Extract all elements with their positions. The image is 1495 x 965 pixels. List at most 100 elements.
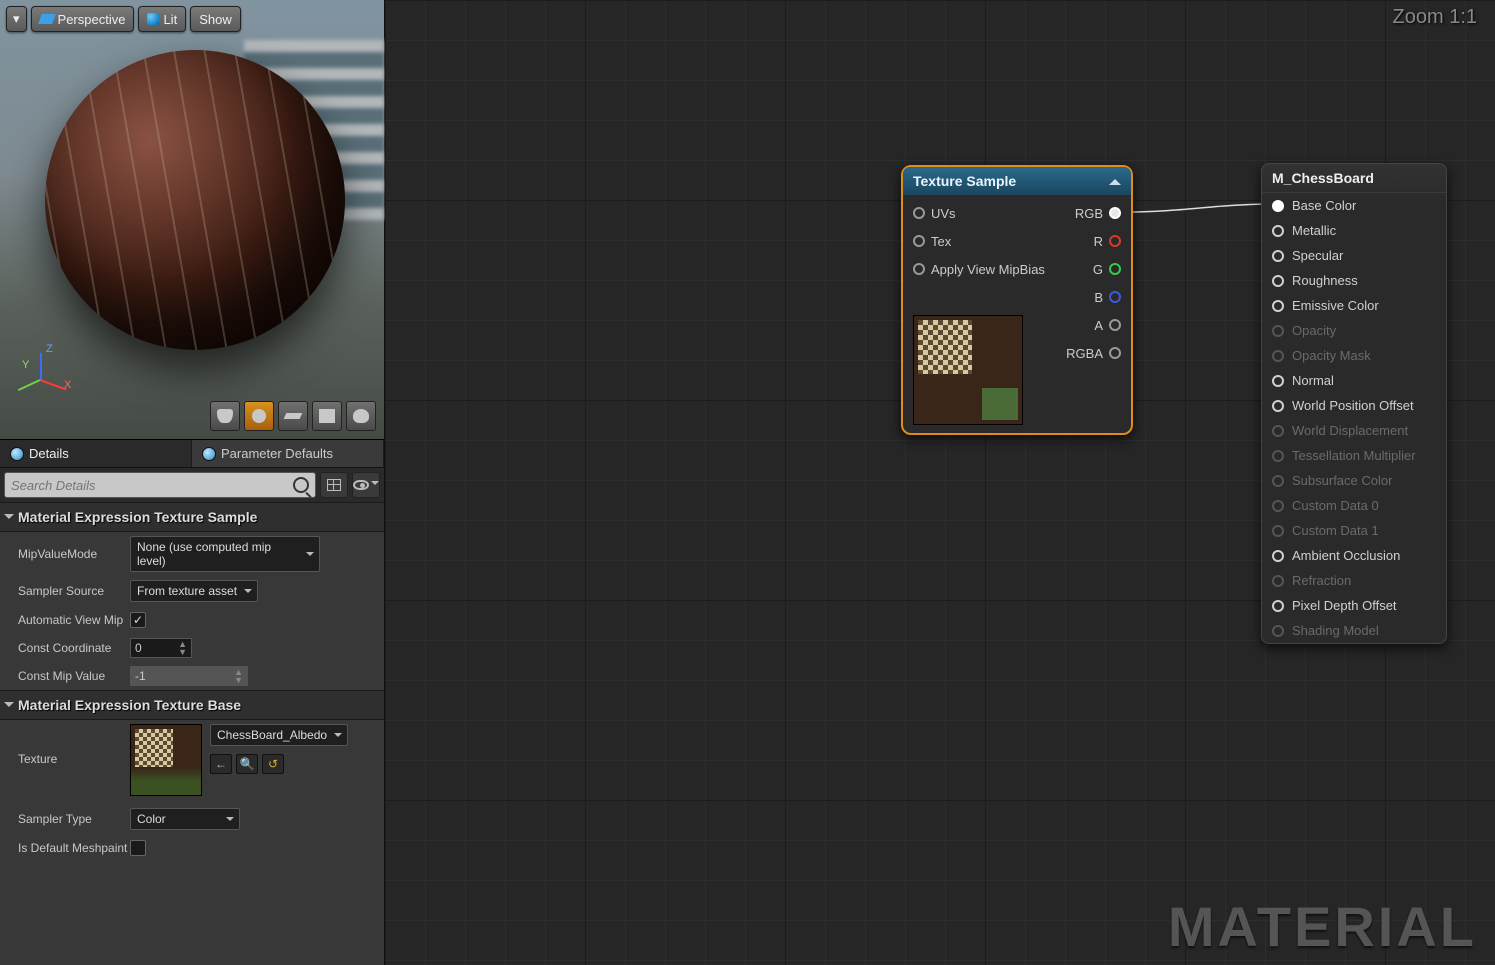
pin-dot bbox=[1272, 225, 1284, 237]
pin-label: Metallic bbox=[1292, 223, 1336, 238]
tab-details-label: Details bbox=[29, 446, 69, 461]
pin-out-b-label: B bbox=[1094, 290, 1103, 305]
section-texture-sample[interactable]: Material Expression Texture Sample bbox=[0, 502, 384, 532]
pin-in-opacity-mask[interactable]: Opacity Mask bbox=[1262, 343, 1446, 368]
pin-in-tessellation-multiplier[interactable]: Tessellation Multiplier bbox=[1262, 443, 1446, 468]
pin-out-r[interactable]: R bbox=[1094, 234, 1121, 249]
pin-in-tex[interactable]: Tex bbox=[913, 234, 951, 249]
section-texture-base[interactable]: Material Expression Texture Base bbox=[0, 690, 384, 720]
preview-viewport[interactable]: ▾ Perspective Lit Show Z X Y bbox=[0, 0, 384, 440]
pin-dot bbox=[1272, 575, 1284, 587]
label-sampler-type: Sampler Type bbox=[18, 812, 130, 826]
details-panel[interactable]: Material Expression Texture Sample MipVa… bbox=[0, 502, 384, 965]
pin-out-b[interactable]: B bbox=[1094, 290, 1121, 305]
pin-in-subsurface-color[interactable]: Subsurface Color bbox=[1262, 468, 1446, 493]
pin-in-world-displacement[interactable]: World Displacement bbox=[1262, 418, 1446, 443]
pin-in-custom-data-1[interactable]: Custom Data 1 bbox=[1262, 518, 1446, 543]
perspective-button[interactable]: Perspective bbox=[31, 6, 135, 32]
pin-label: Ambient Occlusion bbox=[1292, 548, 1400, 563]
shape-cube-button[interactable] bbox=[312, 401, 342, 431]
material-graph[interactable]: Zoom 1:1 MATERIAL Texture Sample UVs RGB bbox=[385, 0, 1495, 965]
lit-label: Lit bbox=[163, 12, 177, 27]
pin-in-world-position-offset[interactable]: World Position Offset bbox=[1262, 393, 1446, 418]
spinner-const-coordinate[interactable]: 0 ▲▼ bbox=[130, 638, 192, 658]
shape-cylinder-button[interactable] bbox=[210, 401, 240, 431]
spinner-const-mip-value[interactable]: -1 ▲▼ bbox=[130, 666, 248, 686]
pin-dot bbox=[1272, 200, 1284, 212]
reset-asset-button[interactable]: ↺ bbox=[262, 754, 284, 774]
pin-label: Subsurface Color bbox=[1292, 473, 1392, 488]
pin-out-a[interactable]: A bbox=[1094, 318, 1121, 333]
pin-out-rgb-label: RGB bbox=[1075, 206, 1103, 221]
details-tab-bar: Details Parameter Defaults bbox=[0, 440, 384, 468]
combo-sampler-source[interactable]: From texture asset bbox=[130, 580, 258, 602]
browse-asset-button[interactable]: 🔍 bbox=[236, 754, 258, 774]
combo-sampler-type[interactable]: Color bbox=[130, 808, 240, 830]
checkbox-is-default-meshpaint[interactable] bbox=[130, 840, 146, 856]
node-texture-sample[interactable]: Texture Sample UVs RGB Tex bbox=[901, 165, 1133, 435]
pin-in-roughness[interactable]: Roughness bbox=[1262, 268, 1446, 293]
combo-texture-asset[interactable]: ChessBoard_Albedo bbox=[210, 724, 348, 746]
pin-out-g-label: G bbox=[1093, 262, 1103, 277]
pin-out-a-label: A bbox=[1094, 318, 1103, 333]
pin-label: Custom Data 0 bbox=[1292, 498, 1379, 513]
lit-button[interactable]: Lit bbox=[138, 6, 186, 32]
pin-in-refraction[interactable]: Refraction bbox=[1262, 568, 1446, 593]
pin-dot bbox=[1272, 500, 1284, 512]
wire-rgb-to-basecolor bbox=[1125, 200, 1275, 220]
show-button[interactable]: Show bbox=[190, 6, 241, 32]
search-input[interactable] bbox=[11, 478, 293, 493]
pin-in-emissive-color[interactable]: Emissive Color bbox=[1262, 293, 1446, 318]
shape-plane-button[interactable] bbox=[278, 401, 308, 431]
pin-label: Pixel Depth Offset bbox=[1292, 598, 1397, 613]
viewport-options-dropdown[interactable]: ▾ bbox=[6, 6, 27, 32]
tab-details[interactable]: Details bbox=[0, 440, 192, 467]
node-texture-sample-body: UVs RGB Tex R Ap bbox=[903, 195, 1131, 433]
node-texture-sample-header[interactable]: Texture Sample bbox=[903, 167, 1131, 195]
pin-in-mipbias[interactable]: Apply View MipBias bbox=[913, 262, 1045, 277]
pin-label: Normal bbox=[1292, 373, 1334, 388]
texture-thumbnail[interactable] bbox=[130, 724, 202, 796]
pin-dot bbox=[1272, 325, 1284, 337]
view-options-button[interactable] bbox=[352, 472, 380, 498]
pin-in-pixel-depth-offset[interactable]: Pixel Depth Offset bbox=[1262, 593, 1446, 618]
pin-in-specular[interactable]: Specular bbox=[1262, 243, 1446, 268]
shape-sphere-button[interactable] bbox=[244, 401, 274, 431]
pin-label: Specular bbox=[1292, 248, 1343, 263]
shape-teapot-button[interactable] bbox=[346, 401, 376, 431]
value-const-coordinate: 0 bbox=[135, 641, 142, 655]
pin-out-g[interactable]: G bbox=[1093, 262, 1121, 277]
tab-parameter-defaults[interactable]: Parameter Defaults bbox=[192, 440, 384, 467]
label-texture: Texture bbox=[18, 724, 130, 766]
pin-in-uvs[interactable]: UVs bbox=[913, 206, 956, 221]
combo-mip-value-mode[interactable]: None (use computed mip level) bbox=[130, 536, 320, 572]
value-const-mip-value: -1 bbox=[135, 669, 146, 683]
pin-in-shading-model[interactable]: Shading Model bbox=[1262, 618, 1446, 643]
preview-shape-buttons bbox=[210, 401, 376, 431]
pin-out-r-label: R bbox=[1094, 234, 1103, 249]
pin-label: World Position Offset bbox=[1292, 398, 1414, 413]
row-sampler-type: Sampler Type Color bbox=[0, 804, 384, 834]
pin-out-rgba[interactable]: RGBA bbox=[1066, 346, 1121, 361]
search-row bbox=[0, 468, 384, 502]
pin-in-normal[interactable]: Normal bbox=[1262, 368, 1446, 393]
pin-in-ambient-occlusion[interactable]: Ambient Occlusion bbox=[1262, 543, 1446, 568]
pin-in-opacity[interactable]: Opacity bbox=[1262, 318, 1446, 343]
axis-z-label: Z bbox=[46, 343, 53, 355]
node-output-title: M_ChessBoard bbox=[1262, 164, 1446, 193]
property-matrix-button[interactable] bbox=[320, 472, 348, 498]
pin-dot bbox=[1272, 250, 1284, 262]
pin-in-custom-data-0[interactable]: Custom Data 0 bbox=[1262, 493, 1446, 518]
node-material-output[interactable]: M_ChessBoard Base Color Metallic Specular R… bbox=[1261, 163, 1447, 644]
pin-dot bbox=[1272, 350, 1284, 362]
pin-out-rgb[interactable]: RGB bbox=[1075, 206, 1121, 221]
use-selected-asset-button[interactable]: ← bbox=[210, 754, 232, 774]
pin-label: Base Color bbox=[1292, 198, 1356, 213]
collapse-icon[interactable] bbox=[1109, 173, 1121, 185]
pin-in-base-color[interactable]: Base Color bbox=[1262, 193, 1446, 218]
pin-label: Emissive Color bbox=[1292, 298, 1379, 313]
checkbox-auto-view-mip[interactable]: ✓ bbox=[130, 612, 146, 628]
perspective-icon bbox=[38, 14, 56, 24]
pin-in-metallic[interactable]: Metallic bbox=[1262, 218, 1446, 243]
node-texture-sample-title: Texture Sample bbox=[913, 173, 1016, 189]
